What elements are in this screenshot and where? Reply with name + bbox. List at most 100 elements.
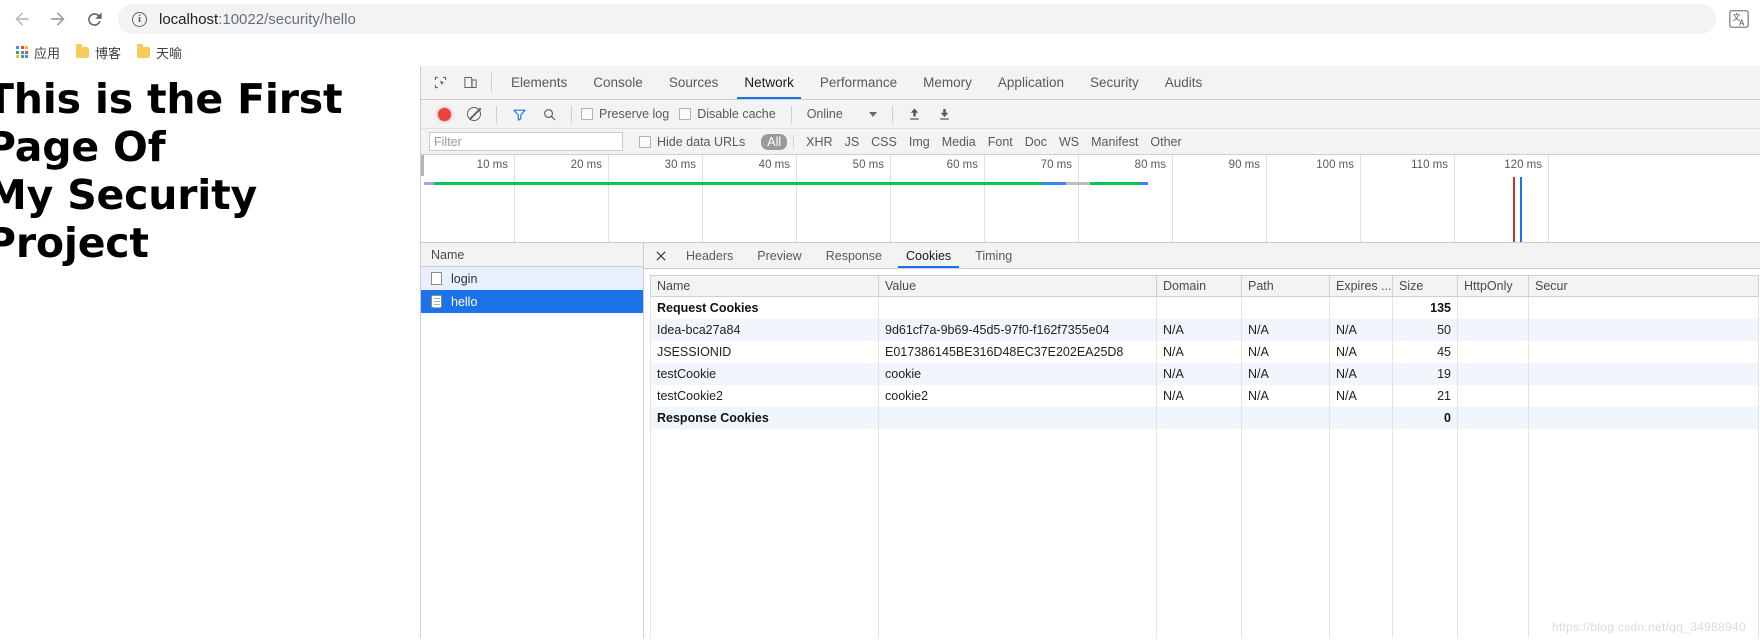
cell-size: 135 [1392, 296, 1458, 319]
cell-domain: N/A [1156, 340, 1242, 363]
cell-path: N/A [1241, 362, 1330, 385]
column-header-expires[interactable]: Expires ... [1329, 275, 1393, 297]
cell-path [1241, 406, 1330, 429]
table-row[interactable]: Idea-bca27a84 9d61cf7a-9b69-45d5-97f0-f1… [650, 318, 1759, 341]
tab-performance[interactable]: Performance [807, 66, 910, 99]
export-har-button[interactable] [930, 101, 960, 127]
type-filter-font[interactable]: Font [982, 134, 1019, 150]
tab-sources[interactable]: Sources [656, 66, 732, 99]
ruler-tick: 10 ms [421, 155, 515, 242]
disable-cache-checkbox[interactable]: Disable cache [677, 107, 784, 121]
watermark-text: https://blog.csdn.net/qq_34988940 [1551, 620, 1746, 634]
preserve-log-checkbox[interactable]: Preserve log [579, 107, 677, 121]
devtools-panel: Elements Console Sources Network Perform… [420, 66, 1760, 638]
detail-tab-response[interactable]: Response [814, 243, 894, 268]
column-header-value[interactable]: Value [878, 275, 1157, 297]
cell-value: E017386145BE316D48EC37E202EA25D8 [878, 340, 1157, 363]
record-button[interactable] [429, 101, 459, 127]
type-filter-all[interactable]: All [761, 133, 788, 150]
type-filter-css[interactable]: CSS [865, 134, 903, 150]
tab-security[interactable]: Security [1077, 66, 1152, 99]
column-header-name[interactable]: Name [650, 275, 879, 297]
inspect-element-icon [434, 76, 446, 89]
info-circle-icon[interactable]: i [132, 11, 147, 27]
bookmark-apps[interactable]: 应用 [8, 40, 68, 64]
bookmark-label: 天喻 [156, 45, 183, 61]
reload-button[interactable] [76, 3, 112, 35]
table-row[interactable]: Response Cookies 0 [650, 406, 1759, 429]
network-overview-timeline[interactable]: 10 ms 20 ms 30 ms 40 ms 50 ms 60 ms 70 m… [421, 155, 1760, 243]
toolbar-divider [496, 105, 497, 123]
bookmarks-bar: 应用 博客 天喻 [0, 38, 1760, 66]
tab-application[interactable]: Application [985, 66, 1077, 99]
request-row-login[interactable]: login [421, 267, 643, 290]
network-lower-split: Name login hello Headers Preview Respons… [421, 243, 1760, 638]
filter-toggle-button[interactable] [504, 101, 534, 127]
hide-data-urls-checkbox[interactable]: Hide data URLs [637, 135, 753, 149]
detail-tab-cookies[interactable]: Cookies [894, 243, 963, 268]
column-header-size[interactable]: Size [1392, 275, 1458, 297]
cell-name: Response Cookies [650, 406, 879, 429]
detail-tab-timing[interactable]: Timing [963, 243, 1024, 268]
ruler-tick: 60 ms [891, 155, 985, 242]
cell-size: 0 [1392, 406, 1458, 429]
cell-expires: N/A [1329, 384, 1393, 407]
type-filter-xhr[interactable]: XHR [800, 134, 838, 150]
cell-name: testCookie2 [650, 384, 879, 407]
load-event-line [1513, 177, 1515, 242]
filter-input[interactable] [429, 132, 623, 151]
address-bar[interactable]: i localhost:10022/security/hello [118, 4, 1716, 34]
type-filter-ws[interactable]: WS [1053, 134, 1085, 150]
cell-domain: N/A [1156, 362, 1242, 385]
import-har-button[interactable] [900, 101, 930, 127]
inspect-element-button[interactable] [425, 66, 455, 99]
type-filter-img[interactable]: Img [903, 134, 936, 150]
request-list-column-header[interactable]: Name [421, 243, 643, 267]
column-header-path[interactable]: Path [1241, 275, 1330, 297]
network-request-bar [1042, 182, 1066, 185]
back-button[interactable] [4, 3, 40, 35]
tab-elements[interactable]: Elements [498, 66, 580, 99]
folder-icon [76, 44, 90, 58]
type-filter-media[interactable]: Media [936, 134, 982, 150]
type-filter-doc[interactable]: Doc [1019, 134, 1053, 150]
column-header-httponly[interactable]: HttpOnly [1457, 275, 1529, 297]
network-throttle-select[interactable]: Online [799, 107, 885, 121]
chevron-down-icon [868, 111, 877, 117]
tab-audits[interactable]: Audits [1152, 66, 1216, 99]
table-row[interactable]: Request Cookies 135 [650, 296, 1759, 319]
bookmark-folder-tianyu[interactable]: 天喻 [129, 40, 190, 64]
table-row[interactable]: testCookie2 cookie2 N/A N/A N/A 21 [650, 384, 1759, 407]
bookmark-label: 博客 [95, 45, 122, 61]
tab-memory[interactable]: Memory [910, 66, 985, 99]
cell-secure [1528, 296, 1759, 319]
bookmark-folder-blog[interactable]: 博客 [68, 40, 129, 64]
clear-button[interactable] [459, 101, 489, 127]
tab-console[interactable]: Console [580, 66, 656, 99]
throttle-value: Online [806, 107, 843, 121]
forward-button[interactable] [40, 3, 76, 35]
cell-expires: N/A [1329, 318, 1393, 341]
column-header-secure[interactable]: Secur [1528, 275, 1759, 297]
cell-httponly [1457, 384, 1529, 407]
translate-icon[interactable]: 文 A [1726, 6, 1752, 32]
type-filter-js[interactable]: JS [839, 134, 866, 150]
column-header-domain[interactable]: Domain [1156, 275, 1242, 297]
search-button[interactable] [534, 101, 564, 127]
close-detail-button[interactable] [648, 243, 674, 268]
resource-type-filters: All XHR JS CSS Img Media Font Doc WS Man… [761, 133, 1187, 150]
table-row[interactable]: testCookie cookie N/A N/A N/A 19 [650, 362, 1759, 385]
ruler-tick: 50 ms [797, 155, 891, 242]
detail-tab-preview[interactable]: Preview [745, 243, 813, 268]
type-filter-manifest[interactable]: Manifest [1085, 134, 1144, 150]
device-toolbar-button[interactable] [455, 66, 485, 99]
cookies-table: Name Value Domain Path Expires ... Size … [650, 275, 1759, 429]
request-row-hello[interactable]: hello [421, 290, 643, 313]
detail-tab-headers[interactable]: Headers [674, 243, 745, 268]
cell-httponly [1457, 318, 1529, 341]
table-row[interactable]: JSESSIONID E017386145BE316D48EC37E202EA2… [650, 340, 1759, 363]
tab-network[interactable]: Network [731, 66, 807, 99]
type-filter-other[interactable]: Other [1144, 134, 1187, 150]
cell-size: 50 [1392, 318, 1458, 341]
funnel-filter-icon [512, 109, 526, 121]
